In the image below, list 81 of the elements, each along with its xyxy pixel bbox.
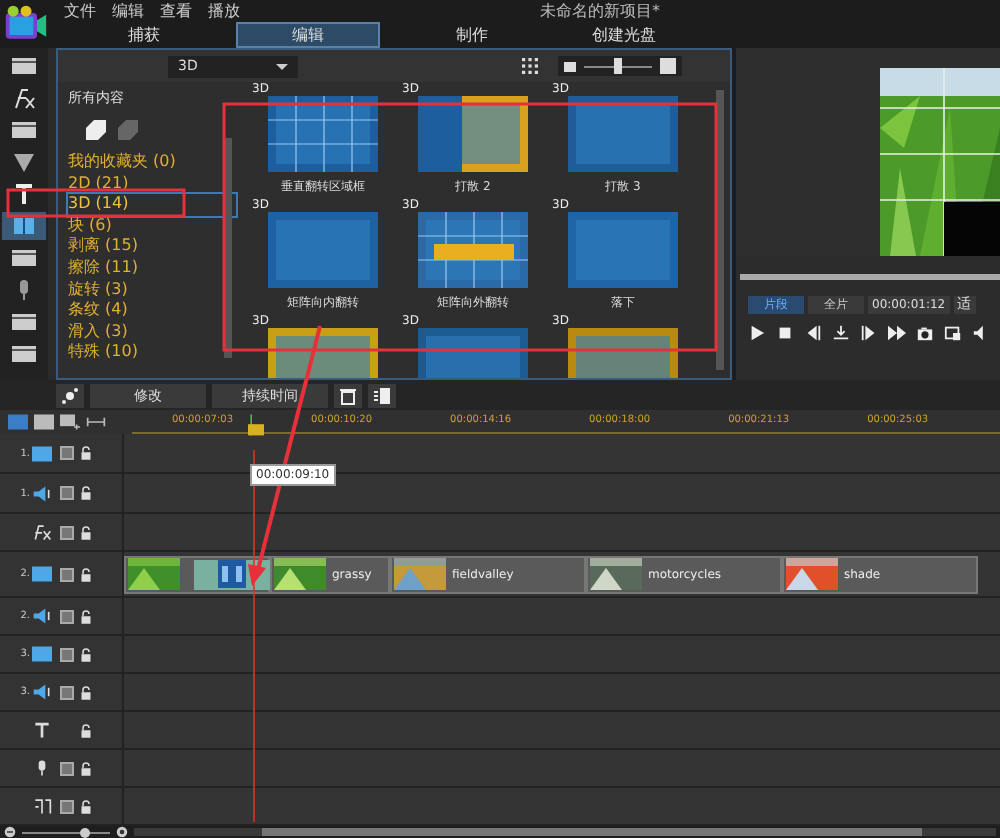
mode-tab[interactable]: 创建光盘 <box>564 22 684 48</box>
next-frame-icon[interactable] <box>860 324 878 342</box>
category-item[interactable]: 剥离 (15) <box>68 236 236 258</box>
menu-item[interactable]: 文件 <box>64 1 96 21</box>
category-item[interactable]: 旋转 (3) <box>68 279 236 301</box>
title-track-icon <box>32 722 52 738</box>
track-visibility-checkbox[interactable] <box>59 761 73 775</box>
display-icon[interactable] <box>944 324 962 342</box>
category-item[interactable]: 3D (14) <box>68 194 236 216</box>
lock-icon[interactable] <box>80 799 92 813</box>
thumbnail-drawing[interactable] <box>418 96 528 172</box>
track-visibility-checkbox[interactable] <box>59 685 73 699</box>
menu-item[interactable]: 播放 <box>208 1 240 21</box>
video-track-icon <box>32 566 52 582</box>
audio-track-icon <box>32 608 52 624</box>
storyboard-icon[interactable] <box>34 414 54 431</box>
play-icon[interactable] <box>748 324 766 342</box>
category-item[interactable]: 滑入 (3) <box>68 321 236 343</box>
scrollbar[interactable] <box>134 828 996 836</box>
grid-view-icon[interactable] <box>522 58 538 74</box>
track-visibility-checkbox[interactable] <box>59 567 73 581</box>
thumbnail-drawing[interactable] <box>268 96 378 172</box>
settings-icon[interactable] <box>116 826 128 838</box>
zoom-out-icon[interactable] <box>4 826 16 838</box>
category-item[interactable]: 擦除 (11) <box>68 257 236 280</box>
video-track-icon <box>32 646 52 662</box>
more-button[interactable] <box>368 383 396 408</box>
category-item[interactable]: 我的收藏夹 (0) <box>68 152 236 174</box>
add-tag-icon[interactable] <box>84 120 108 140</box>
thumbnail-drawing[interactable] <box>418 212 528 288</box>
video-clip[interactable] <box>124 555 270 593</box>
scrollbar[interactable] <box>716 90 724 370</box>
timeline-view-icon[interactable] <box>8 414 28 431</box>
track-visibility-checkbox[interactable] <box>59 647 73 661</box>
track-visibility-checkbox[interactable] <box>59 446 73 460</box>
menu-item[interactable]: 查看 <box>160 1 192 21</box>
audio-track-icon <box>32 684 52 700</box>
lock-icon[interactable] <box>80 486 92 500</box>
fit-timeline-icon[interactable] <box>86 414 106 431</box>
delete-button[interactable] <box>334 383 362 408</box>
remove-tag-icon[interactable] <box>116 120 140 140</box>
fx-icon <box>32 524 52 540</box>
caret-icon <box>276 63 288 69</box>
audio-track-icon <box>32 485 52 501</box>
scrollbar[interactable] <box>224 138 232 358</box>
large-thumbnail-icon[interactable] <box>660 58 676 74</box>
transition-icon[interactable] <box>2 212 46 240</box>
thumbnail-drawing[interactable] <box>268 212 378 288</box>
camera-icon[interactable] <box>916 324 934 342</box>
mode-tab[interactable]: 捕获 <box>84 22 204 48</box>
track-visibility-checkbox[interactable] <box>59 799 73 813</box>
small-thumbnail-icon[interactable] <box>564 61 576 71</box>
split-icon[interactable] <box>832 324 850 342</box>
stop-icon[interactable] <box>776 324 794 342</box>
magic-tools-button[interactable] <box>56 383 84 408</box>
thumbnail-drawing[interactable] <box>568 96 678 172</box>
thumbnail-drawing[interactable] <box>568 212 678 288</box>
lock-icon[interactable] <box>80 567 92 581</box>
category-item[interactable]: 2D (21) <box>68 173 236 195</box>
playhead-marker-icon[interactable] <box>248 414 264 437</box>
lock-icon[interactable] <box>80 761 92 775</box>
category-item[interactable]: 块 (6) <box>68 215 236 237</box>
lock-icon[interactable] <box>80 446 92 460</box>
track-visibility-checkbox[interactable] <box>59 609 73 623</box>
lock-icon[interactable] <box>80 723 92 737</box>
track-visibility-checkbox[interactable] <box>59 486 73 500</box>
fast-forward-icon[interactable] <box>888 324 906 342</box>
mode-tab[interactable]: 编辑 <box>236 22 380 48</box>
category-item[interactable]: 条纹 (4) <box>68 300 236 322</box>
lock-icon[interactable] <box>80 685 92 699</box>
lock-icon[interactable] <box>80 525 92 539</box>
lock-icon[interactable] <box>80 609 92 623</box>
category-item[interactable]: 特殊 (10) <box>68 342 236 364</box>
transition-thumbnail-icon <box>218 559 246 587</box>
window-title: 未命名的新项目* <box>540 1 660 21</box>
lock-icon[interactable] <box>80 647 92 661</box>
video-track-icon <box>32 445 52 461</box>
previous-frame-icon[interactable] <box>804 324 822 342</box>
mode-tab[interactable]: 制作 <box>412 22 532 48</box>
track-visibility-checkbox[interactable] <box>59 525 73 539</box>
menu-item[interactable]: 编辑 <box>112 1 144 21</box>
